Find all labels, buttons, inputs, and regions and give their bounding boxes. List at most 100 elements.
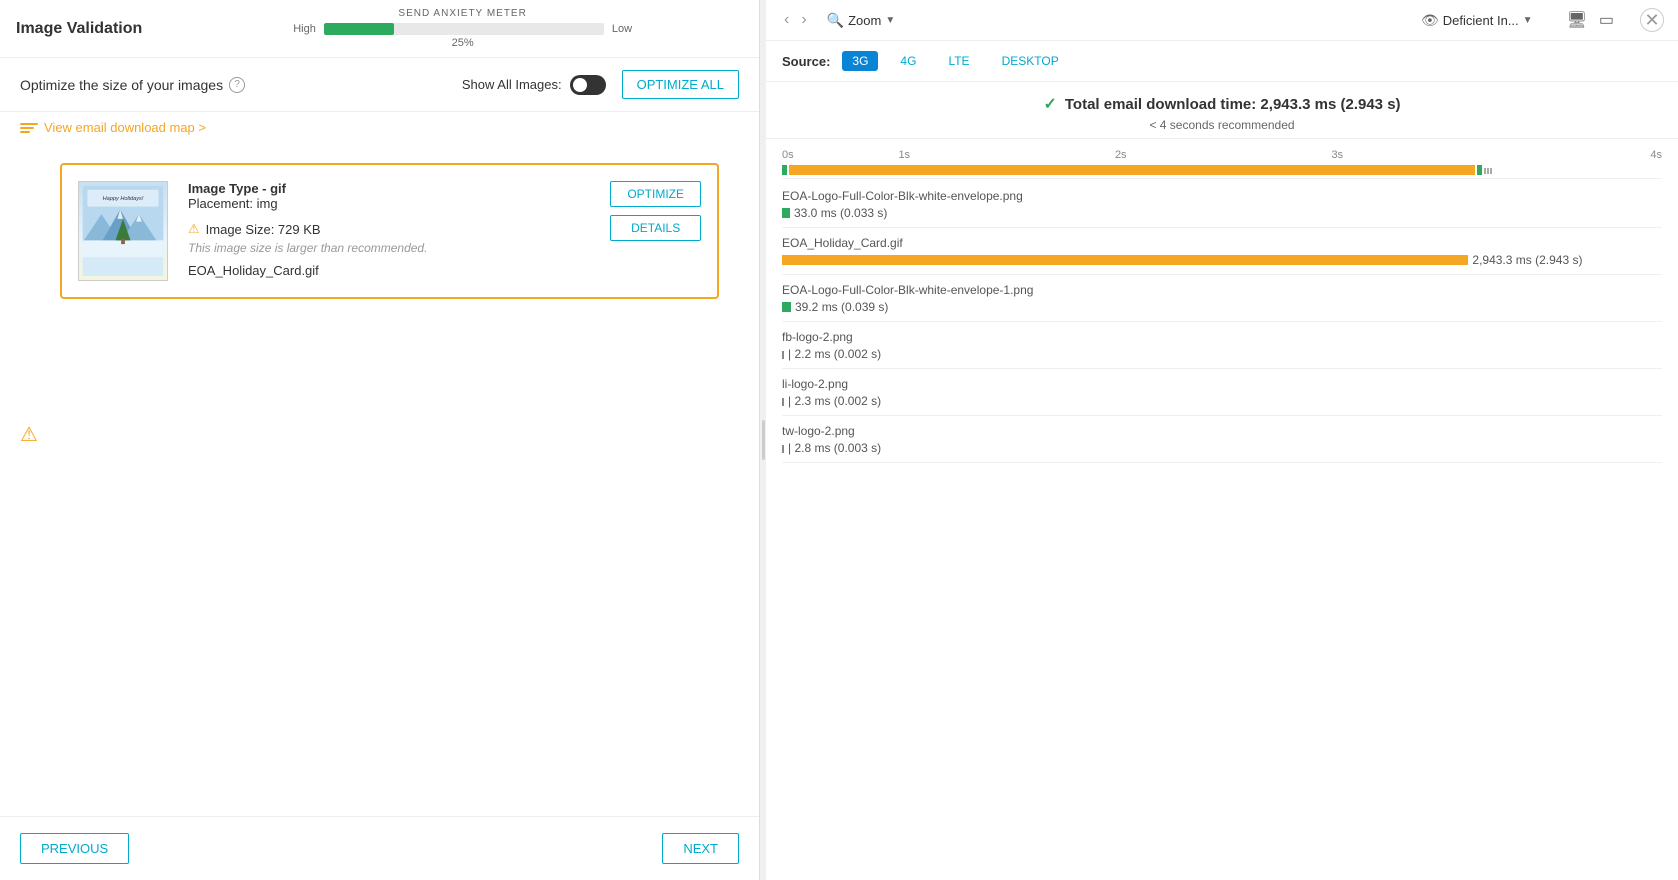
image-preview: Happy Holidays! (78, 181, 168, 281)
deficient-control[interactable]: 👁 Deficient In... ▼ (1421, 12, 1533, 29)
download-subtitle: < 4 seconds recommended (766, 118, 1678, 132)
images-content: ⚠ (0, 147, 759, 816)
bar-6 (782, 445, 784, 453)
axis-4s: 4s (1446, 149, 1663, 161)
lines-icon (20, 123, 38, 133)
left-footer: PREVIOUS NEXT (0, 816, 759, 880)
source-4g-button[interactable]: 4G (890, 51, 926, 71)
chart-bar-row-5: | 2.3 ms (0.002 s) (782, 395, 1662, 407)
chart-area: 0s 1s 2s 3s 4s (766, 139, 1678, 880)
deficient-chevron-icon: ▼ (1523, 15, 1533, 26)
download-summary: ✓ Total email download time: 2,943.3 ms … (766, 82, 1678, 139)
overview-bar-3 (1477, 165, 1482, 175)
back-arrow-button[interactable]: ‹ (780, 9, 793, 31)
chart-bar-row-4: | 2.2 ms (0.002 s) (782, 348, 1662, 360)
image-card: Happy Holidays! Image Type - gif Placeme… (60, 163, 719, 299)
anxiety-fill (324, 23, 394, 35)
image-actions: OPTIMIZE DETAILS (610, 181, 701, 241)
chart-filename-5: li-logo-2.png (782, 377, 1662, 391)
overview-bar-2 (789, 165, 1475, 175)
anxiety-bar-row: High Low (182, 23, 743, 35)
axis-1s: 1s (796, 149, 1013, 161)
warning-triangle-icon: ⚠ (20, 422, 38, 447)
anxiety-track (324, 23, 604, 35)
filename: EOA_Holiday_Card.gif (188, 263, 590, 278)
details-button[interactable]: DETAILS (610, 215, 701, 241)
anxiety-percentage: 25% (452, 37, 474, 49)
divider-handle (762, 420, 765, 460)
bar-3 (782, 302, 791, 312)
chart-file-row-4: fb-logo-2.png | 2.2 ms (0.002 s) (782, 322, 1662, 369)
eye-icon: 👁 (1421, 12, 1439, 29)
chart-file-row-6: tw-logo-2.png | 2.8 ms (0.003 s) (782, 416, 1662, 463)
low-label: Low (612, 23, 632, 35)
show-all-toggle[interactable] (570, 75, 606, 95)
chart-filename-2: EOA_Holiday_Card.gif (782, 236, 1662, 250)
optimize-label: Optimize the size of your images ? (20, 77, 245, 93)
source-3g-button[interactable]: 3G (842, 51, 878, 71)
source-bar: Source: 3G 4G LTE DESKTOP (766, 41, 1678, 82)
download-map-row: View email download map > (0, 112, 759, 147)
image-size-row: ⚠ Image Size: 729 KB (188, 221, 590, 237)
right-content: ✓ Total email download time: 2,943.3 ms … (766, 82, 1678, 880)
chart-time-1: 33.0 ms (0.033 s) (794, 206, 887, 220)
check-circle-icon: ✓ (1043, 94, 1056, 114)
header-bar: Image Validation SEND ANXIETY METER High… (0, 0, 759, 58)
image-type: Image Type - gif (188, 181, 590, 196)
chart-time-3: 39.2 ms (0.039 s) (795, 300, 888, 314)
source-desktop-button[interactable]: DESKTOP (992, 51, 1069, 71)
size-warn-icon: ⚠ (188, 221, 200, 237)
next-button[interactable]: NEXT (662, 833, 739, 864)
image-size-text: Image Size: 729 KB (206, 222, 321, 237)
chart-filename-6: tw-logo-2.png (782, 424, 1662, 438)
overview-bars (782, 167, 1662, 179)
forward-arrow-button[interactable]: › (797, 9, 810, 31)
bar-1 (782, 208, 790, 218)
chart-time-4: | 2.2 ms (0.002 s) (788, 347, 881, 361)
download-title: ✓ Total email download time: 2,943.3 ms … (766, 94, 1678, 114)
bar-5 (782, 398, 784, 406)
zoom-control[interactable]: 🔍 Zoom ▼ (827, 12, 896, 29)
time-axis: 0s 1s 2s 3s 4s (782, 139, 1662, 167)
zoom-icon: 🔍 (827, 12, 844, 29)
source-lte-button[interactable]: LTE (938, 51, 979, 71)
desktop-icon[interactable]: 🖥 (1565, 8, 1589, 32)
chart-bar-row-1: 33.0 ms (0.033 s) (782, 207, 1662, 219)
chart-time-2: 2,943.3 ms (2.943 s) (1472, 253, 1582, 267)
right-panel: ‹ › 🔍 Zoom ▼ 👁 Deficient In... ▼ 🖥 ▭ ✕ S… (766, 0, 1678, 880)
previous-button[interactable]: PREVIOUS (20, 833, 129, 864)
zoom-chevron-icon: ▼ (885, 15, 895, 26)
overview-bar-5 (1487, 168, 1489, 174)
page-title: Image Validation (16, 20, 142, 38)
axis-3s: 3s (1229, 149, 1446, 161)
axis-0s: 0s (782, 149, 796, 161)
chart-filename-4: fb-logo-2.png (782, 330, 1662, 344)
anxiety-label: SEND ANXIETY METER (398, 8, 526, 19)
close-button[interactable]: ✕ (1640, 8, 1664, 32)
svg-text:Happy Holidays!: Happy Holidays! (103, 196, 144, 202)
chart-bar-row-6: | 2.8 ms (0.003 s) (782, 442, 1662, 454)
device-icons: 🖥 ▭ (1565, 8, 1616, 32)
chart-filename-3: EOA-Logo-Full-Color-Blk-white-envelope-1… (782, 283, 1662, 297)
tablet-icon[interactable]: ▭ (1597, 8, 1616, 32)
download-map-link[interactable]: View email download map > (20, 120, 739, 135)
chart-bar-row-3: 39.2 ms (0.039 s) (782, 301, 1662, 313)
optimize-all-button[interactable]: OPTIMIZE ALL (622, 70, 739, 99)
chart-file-row-1: EOA-Logo-Full-Color-Blk-white-envelope.p… (782, 181, 1662, 228)
right-header: ‹ › 🔍 Zoom ▼ 👁 Deficient In... ▼ 🖥 ▭ ✕ (766, 0, 1678, 41)
show-all-label: Show All Images: (462, 77, 562, 92)
axis-2s: 2s (1013, 149, 1230, 161)
chart-filename-1: EOA-Logo-Full-Color-Blk-white-envelope.p… (782, 189, 1662, 203)
nav-arrows: ‹ › (780, 9, 811, 31)
high-label: High (293, 23, 316, 35)
toolbar: Optimize the size of your images ? Show … (0, 58, 759, 112)
placement: Placement: img (188, 196, 590, 211)
chart-time-6: | 2.8 ms (0.003 s) (788, 441, 881, 455)
optimize-button[interactable]: OPTIMIZE (610, 181, 701, 207)
overview-bar-6 (1490, 168, 1492, 174)
source-label: Source: (782, 54, 830, 69)
chart-bar-row-2: 2,943.3 ms (2.943 s) (782, 254, 1662, 266)
help-icon[interactable]: ? (229, 77, 245, 93)
bar-2 (782, 255, 1468, 265)
overview-bar-4 (1484, 168, 1486, 174)
